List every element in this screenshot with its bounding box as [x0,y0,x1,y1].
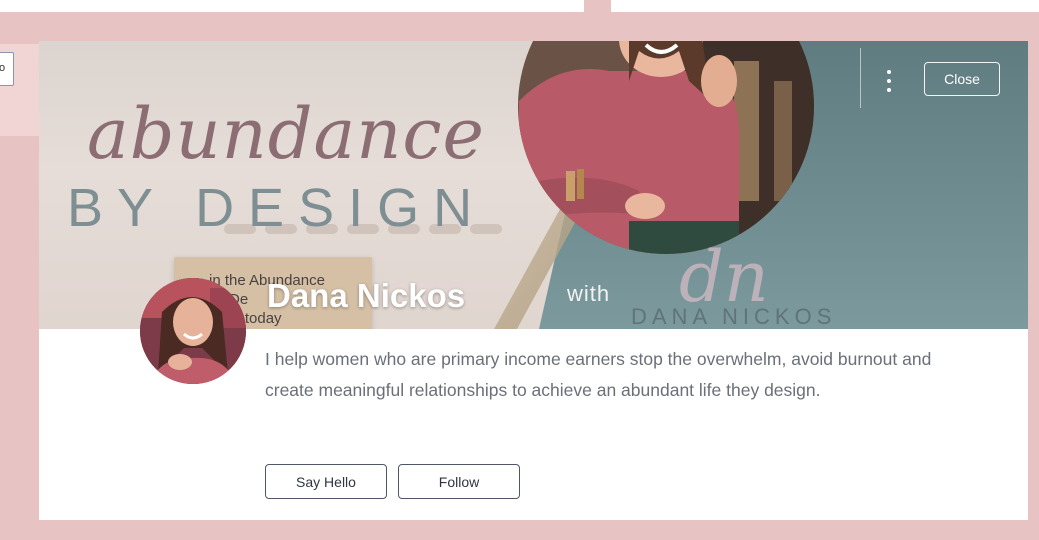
banner-by-design: BY DESIGN [67,178,487,238]
follow-button[interactable]: Follow [398,464,520,499]
background-page-strip-right [611,0,1039,12]
background-page-strip-left [0,0,584,12]
banner-with-text: with [567,281,611,306]
close-button[interactable]: Close [924,62,1000,96]
more-options-icon[interactable] [877,65,901,97]
profile-modal: abundance BY DESIGN in the Abundance by … [39,41,1028,520]
profile-bio: I help women who are primary income earn… [265,349,932,400]
banner-script-abundance: abundance [87,93,485,175]
profile-name: Dana Nickos [267,277,466,314]
banner-host-name: DANA NICKOS [631,304,837,329]
avatar [140,278,246,384]
header-divider [860,48,861,108]
background-input-field: o [0,52,14,86]
say-hello-button[interactable]: Say Hello [265,464,387,499]
